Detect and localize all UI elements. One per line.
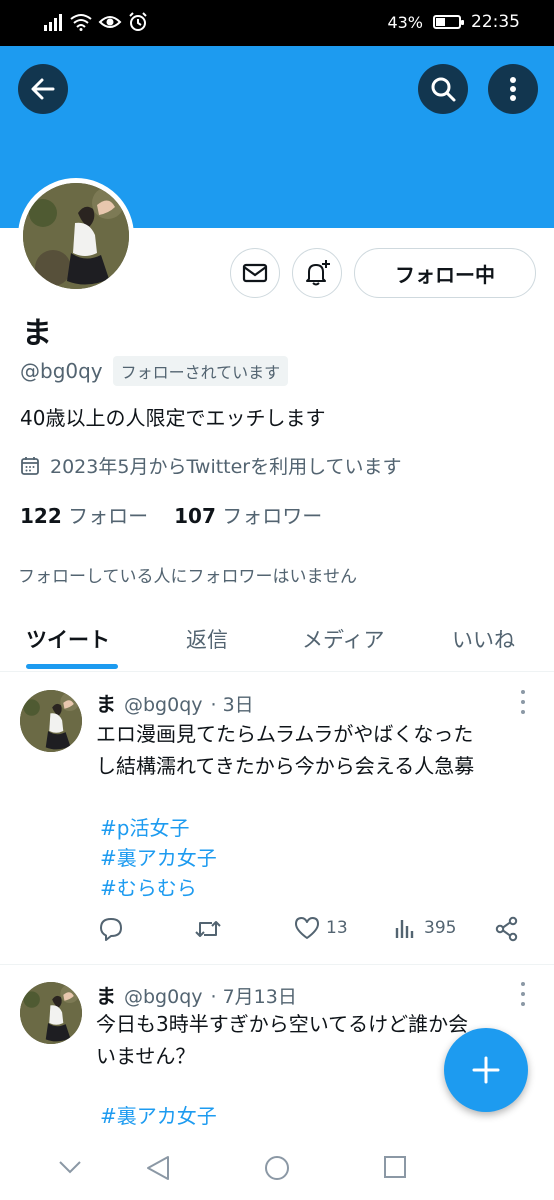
view-count: 395 (424, 918, 457, 938)
tab-replies[interactable]: 返信 (186, 624, 228, 654)
search-button[interactable] (418, 64, 468, 114)
reply-button[interactable] (98, 916, 124, 942)
bar-chart-icon (395, 920, 414, 938)
profile-handle: @bg0qy (20, 359, 103, 383)
eye-icon (98, 16, 122, 28)
tweet-more-button[interactable] (513, 982, 533, 1006)
avatar-photo (20, 982, 82, 1044)
nav-home-icon[interactable] (263, 1154, 291, 1182)
plus-icon (472, 1056, 500, 1084)
tweet-avatar[interactable] (20, 690, 82, 752)
following-count-link[interactable]: 122 フォロー (20, 500, 148, 529)
battery-icon (433, 15, 464, 29)
retweet-button[interactable] (194, 916, 222, 942)
wifi-icon (70, 14, 92, 31)
tweet-text-line: エロ漫画見てたらムラムラがやばくなった (96, 722, 474, 746)
alarm-icon (129, 12, 147, 31)
nav-back-icon[interactable] (144, 1154, 172, 1182)
hashtag-link[interactable]: #p活女子 (100, 812, 189, 841)
tweet-author-name[interactable]: ま (96, 688, 116, 717)
tweet-time[interactable]: · 3日 (211, 690, 254, 717)
active-tab-indicator (26, 664, 118, 669)
arrow-left-icon (31, 78, 55, 100)
message-button[interactable] (230, 248, 280, 298)
joined-date: 2023年5月からTwitterを利用しています (20, 452, 402, 479)
heart-icon (295, 917, 319, 939)
like-button[interactable]: 13 (294, 916, 348, 940)
clock: 22:35 (471, 12, 520, 32)
profile-avatar[interactable] (18, 178, 134, 294)
profile-name: ま (22, 316, 52, 351)
mail-icon (242, 263, 268, 283)
nav-recents-icon[interactable] (382, 1154, 408, 1180)
tweet-actions: 13 395 (98, 916, 524, 948)
tweet-divider (0, 964, 554, 965)
avatar-photo (23, 183, 129, 289)
status-icons-left (44, 12, 148, 32)
views-button[interactable]: 395 (394, 916, 456, 940)
nav-collapse-icon[interactable] (58, 1160, 82, 1174)
profile-bio: 40歳以上の人限定でエッチします (20, 406, 326, 430)
like-count: 13 (326, 918, 348, 938)
tweet-time[interactable]: · 7月13日 (211, 982, 297, 1009)
retweet-icon (195, 921, 221, 937)
tab-tweets[interactable]: ツイート (26, 624, 110, 654)
more-options-button[interactable] (488, 64, 538, 114)
tweet-author-handle[interactable]: @bg0qy (124, 986, 203, 1008)
battery-percent: 43% (387, 12, 423, 32)
share-icon (495, 916, 518, 942)
reply-icon (100, 918, 122, 941)
profile-tabs: ツイート 返信 メディア いいね (0, 606, 554, 672)
back-button[interactable] (18, 64, 68, 114)
share-button[interactable] (494, 916, 520, 942)
notifications-button[interactable] (292, 248, 342, 298)
bell-plus-icon (306, 260, 330, 286)
follows-you-badge: フォローされています (112, 356, 289, 386)
tweet-text-line: し結構濡れてきたから今から会える人急募 (96, 754, 475, 778)
system-nav-bar (0, 1138, 554, 1200)
tweet-text: エロ漫画見てたらムラムラがやばくなった し結構濡れてきたから今から会える人急募 (96, 718, 542, 782)
tweet-author-name[interactable]: ま (96, 980, 116, 1009)
tweet-header: ま @bg0qy · 7月13日 (96, 980, 297, 1009)
follow-counts: 122 フォロー 107 フォロワー (20, 500, 322, 529)
tweet-avatar[interactable] (20, 982, 82, 1044)
tweet-author-handle[interactable]: @bg0qy (124, 694, 203, 716)
tweet-header: ま @bg0qy · 3日 (96, 688, 254, 717)
no-common-followers-text: フォローしている人にフォロワーはいません (18, 567, 357, 587)
hashtag-link[interactable]: #裏アカ女子 (100, 842, 217, 871)
hashtag-link[interactable]: #むらむら (100, 872, 197, 901)
calendar-icon (21, 456, 39, 475)
battery-level (436, 18, 446, 26)
more-vertical-icon (510, 77, 516, 101)
hashtag-link[interactable]: #裏アカ女子 (100, 1100, 217, 1129)
followers-count-link[interactable]: 107 フォロワー (174, 500, 322, 529)
handle-row: @bg0qy フォローされています (20, 356, 289, 386)
tab-media[interactable]: メディア (302, 624, 385, 654)
following-button[interactable]: フォロー中 (354, 248, 536, 298)
status-icons-right: 43% 22:35 (387, 12, 520, 32)
status-bar: 43% 22:35 (0, 0, 554, 46)
tab-likes[interactable]: いいね (452, 624, 515, 654)
joined-text: 2023年5月からTwitterを利用しています (50, 456, 402, 478)
compose-tweet-button[interactable] (444, 1028, 528, 1112)
signal-icon (44, 14, 62, 31)
tweet-more-button[interactable] (513, 690, 533, 714)
avatar-photo (20, 690, 82, 752)
search-icon (431, 77, 456, 102)
